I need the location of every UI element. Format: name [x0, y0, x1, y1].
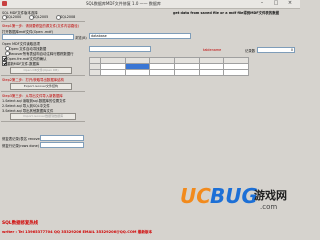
mdf-path-input[interactable] — [2, 34, 74, 40]
left-panel: SQL MDF文件版本选择 SQL2000 SQL2005 SQL2008 St… — [0, 9, 87, 240]
site-logo: UC BUG 游戏网 .com — [178, 181, 298, 211]
version-option-2005: SQL2005 — [33, 15, 49, 19]
open-db-button[interactable]: Open DB文件(Open DB) — [10, 67, 72, 74]
step2-label: Step2第二步：打开/获取导出数据库结构 — [2, 78, 64, 82]
import-data-button[interactable]: Import.recover数据到数据库 — [10, 113, 76, 120]
close-button[interactable]: × — [284, 0, 296, 7]
logo-graphic: UC BUG 游戏网 .com — [180, 184, 287, 211]
data-source-note: get data from saved file or a mdf file得到… — [173, 11, 279, 15]
table-records-label: 修复表记录(表名 recovery) — [2, 137, 45, 141]
table-records-field[interactable] — [40, 135, 84, 141]
table-row[interactable] — [89, 69, 249, 76]
mdf-browse-link[interactable]: 浏览(B) — [75, 35, 87, 40]
svg-text:BUG: BUG — [210, 184, 258, 208]
maximize-button[interactable]: □ — [270, 0, 282, 7]
minimize-button[interactable]: – — [256, 0, 268, 7]
divider — [1, 75, 85, 76]
svg-text:.com: .com — [260, 203, 277, 211]
support-hotline: SQL数据修复热线 — [2, 221, 39, 226]
data-grid[interactable] — [89, 57, 249, 76]
record-count-value: 0 — [290, 48, 293, 52]
database-field-text: database — [91, 34, 107, 38]
title-bar: SQL数据库MDF文件修复 1.0 —— 数据库 – □ × — [0, 0, 300, 9]
record-count-field[interactable]: 0 — [257, 47, 295, 53]
divider — [1, 21, 85, 22]
version-option-2008: SQL2008 — [60, 15, 76, 19]
svg-text:UC: UC — [180, 184, 211, 208]
window-title: SQL数据库MDF文件修复 1.0 —— 数据库 — [86, 1, 161, 6]
divider — [1, 121, 85, 122]
row-records-field[interactable] — [40, 142, 84, 148]
rebuild-label: 重新MDF文件.数据库 — [7, 62, 40, 66]
contact-info: writer : Tel 13965377704 QQ 35329206 EMA… — [2, 230, 153, 234]
database-name-field[interactable]: database — [89, 33, 191, 39]
table-name-label: tablename — [203, 48, 222, 52]
divider — [1, 91, 85, 92]
svg-text:游戏网: 游戏网 — [254, 188, 287, 202]
record-count-label: 记录数 — [245, 49, 256, 53]
row-records-label: 修复行记录(rows done) — [2, 144, 40, 148]
version-option-2000: SQL2000 — [6, 15, 22, 19]
table-name-input[interactable] — [89, 46, 151, 52]
app-icon — [2, 1, 7, 6]
export-structure-button[interactable]: Export.recover文件结构 — [10, 83, 72, 90]
step1-label: Step1第一步：请到要修复的源文件(文件内容路径) — [2, 24, 79, 28]
